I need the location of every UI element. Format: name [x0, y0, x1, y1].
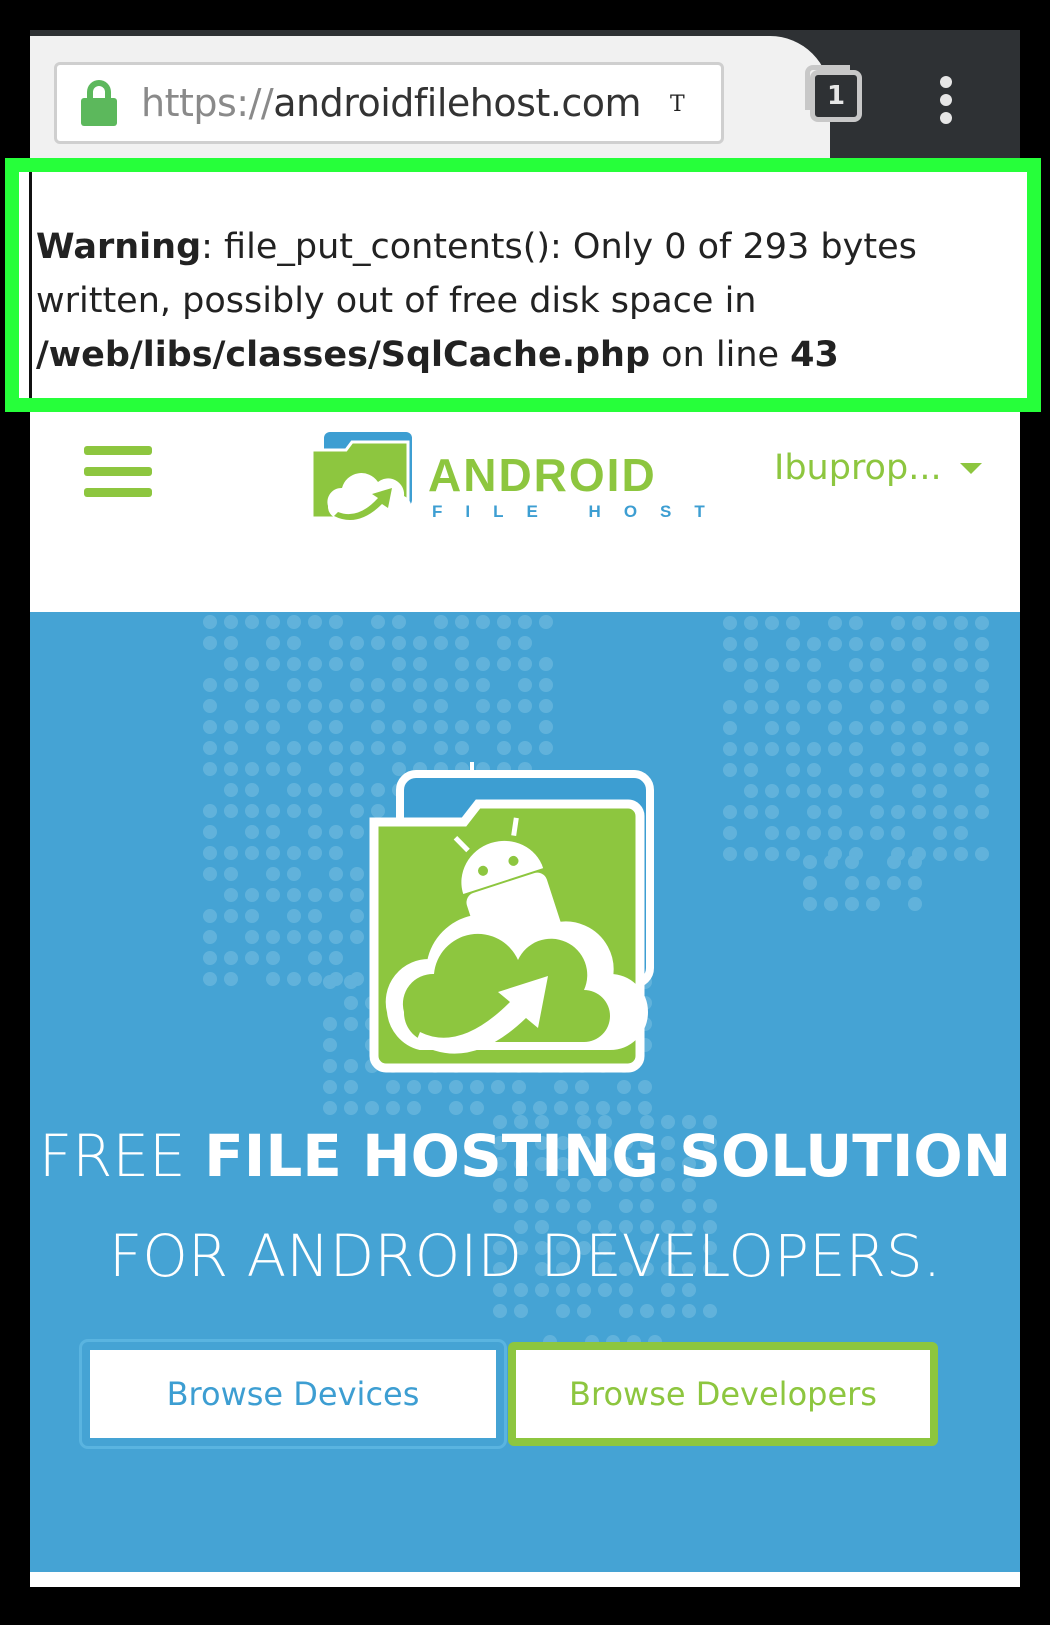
warning-label: Warning — [36, 227, 202, 267]
folder-cloud-android-icon — [369, 762, 654, 1073]
url-text[interactable]: https://androidfilehost.com — [141, 81, 642, 125]
logo-folder-icon — [310, 432, 412, 520]
bottom-divider — [30, 1572, 1020, 1587]
caret-down-icon — [959, 462, 982, 474]
logo-subtitle: FILE HOST — [432, 502, 728, 521]
address-bar[interactable]: https://androidfilehost.com — [54, 62, 724, 144]
php-warning-highlight: Warning: file_put_contents(): Only 0 of … — [5, 158, 1041, 412]
url-host: androidfilehost.com — [273, 81, 642, 125]
tab-switcher-button[interactable]: 1 — [805, 65, 862, 122]
site-header: ANDROID FILE HOST Ibuprop... — [30, 412, 1020, 612]
browser-toolbar: https://androidfilehost.com T 1 — [30, 30, 1020, 160]
hero-section: FREE FILE HOSTING SOLUTION FOR ANDROID D… — [30, 562, 1020, 1587]
browse-devices-button[interactable]: Browse Devices — [82, 1342, 504, 1446]
hamburger-menu-icon[interactable] — [84, 446, 152, 497]
tab-count: 1 — [826, 81, 846, 111]
user-name: Ibuprop... — [774, 448, 942, 488]
user-menu[interactable]: Ibuprop... — [774, 448, 982, 488]
hero-button-row: Browse Devices Browse Developers — [82, 1342, 982, 1452]
site-logo[interactable]: ANDROID FILE HOST — [310, 428, 730, 538]
hero-headline-line1: FREE FILE HOSTING SOLUTION — [30, 1122, 1020, 1190]
url-scheme: https:// — [141, 81, 274, 125]
hero-headline-light: FREE — [38, 1122, 205, 1190]
hero-headline-strong: FILE HOSTING SOLUTION — [204, 1122, 1012, 1190]
logo-wordmark: ANDROID — [428, 449, 657, 501]
text-cursor-icon: T — [670, 92, 685, 117]
page-content: FREE FILE HOSTING SOLUTION FOR ANDROID D… — [30, 412, 1020, 1587]
warning-on-line: on line — [650, 335, 791, 375]
overflow-menu-icon[interactable] — [940, 76, 954, 124]
address-area: https://androidfilehost.com T — [30, 36, 830, 160]
browse-developers-button[interactable]: Browse Developers — [508, 1342, 938, 1446]
lock-icon — [81, 80, 117, 126]
warning-line-number: 43 — [790, 335, 839, 375]
hero-headline-line2: FOR ANDROID DEVELOPERS. — [108, 1222, 942, 1290]
php-warning-message: Warning: file_put_contents(): Only 0 of … — [36, 220, 1017, 382]
warning-file-path: /web/libs/classes/SqlCache.php — [36, 335, 651, 375]
